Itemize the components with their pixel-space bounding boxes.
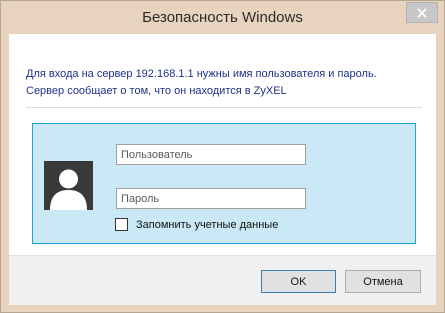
server-message: Для входа на сервер 192.168.1.1 нужны им… [26, 66, 426, 100]
ok-button[interactable]: OK [261, 270, 336, 293]
close-icon [417, 7, 427, 18]
windows-security-dialog: Безопасность Windows Для входа на сервер… [0, 0, 445, 313]
dialog-body: Для входа на сервер 192.168.1.1 нужны им… [9, 34, 436, 305]
remember-checkbox[interactable] [115, 218, 128, 231]
credential-tile[interactable]: Запомнить учетные данные [32, 123, 416, 244]
message-line-2: Сервер сообщает о том, что он находится … [26, 85, 287, 97]
separator [26, 107, 422, 108]
message-line-1: Для входа на сервер 192.168.1.1 нужны им… [26, 68, 377, 80]
close-button[interactable] [406, 2, 438, 23]
remember-credentials[interactable]: Запомнить учетные данные [115, 218, 278, 231]
username-input[interactable] [116, 144, 306, 165]
cancel-button[interactable]: Отмена [345, 270, 421, 293]
dialog-title: Безопасность Windows [142, 9, 303, 26]
password-input[interactable] [116, 188, 306, 209]
user-avatar-icon [44, 161, 93, 210]
button-bar: OK Отмена [9, 255, 436, 305]
remember-label: Запомнить учетные данные [136, 218, 279, 231]
title-bar[interactable]: Безопасность Windows [1, 1, 444, 34]
